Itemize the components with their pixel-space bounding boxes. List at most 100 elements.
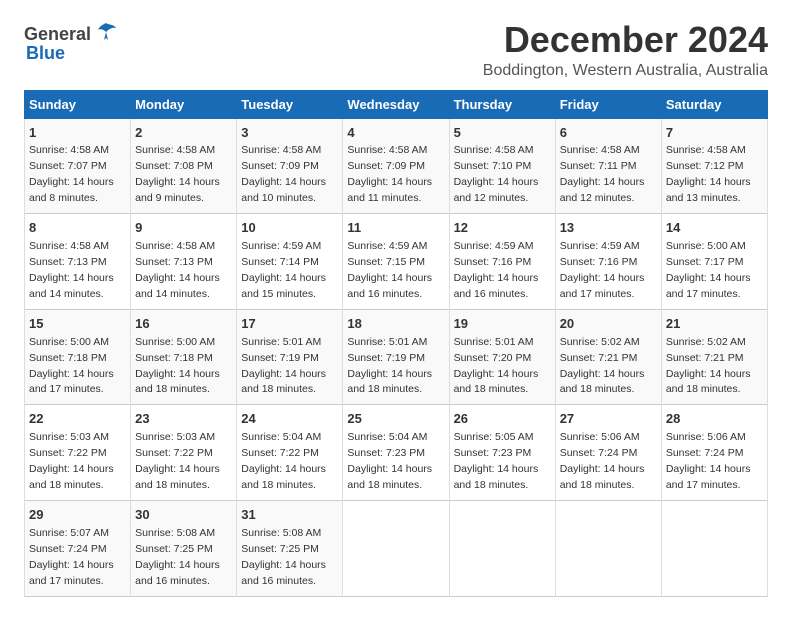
- day-info: Sunrise: 4:58 AMSunset: 7:08 PMDaylight:…: [135, 144, 220, 204]
- day-number: 9: [135, 219, 232, 238]
- day-info: Sunrise: 4:58 AMSunset: 7:07 PMDaylight:…: [29, 144, 114, 204]
- day-info: Sunrise: 5:06 AMSunset: 7:24 PMDaylight:…: [560, 431, 645, 491]
- calendar-cell: 28 Sunrise: 5:06 AMSunset: 7:24 PMDayligh…: [661, 405, 767, 501]
- calendar-cell: 16 Sunrise: 5:00 AMSunset: 7:18 PMDayligh…: [131, 309, 237, 405]
- day-number: 1: [29, 124, 126, 143]
- day-number: 8: [29, 219, 126, 238]
- day-info: Sunrise: 4:58 AMSunset: 7:13 PMDaylight:…: [29, 240, 114, 300]
- day-number: 19: [454, 315, 551, 334]
- day-number: 30: [135, 506, 232, 525]
- calendar-cell: 25 Sunrise: 5:04 AMSunset: 7:23 PMDayligh…: [343, 405, 449, 501]
- day-info: Sunrise: 5:05 AMSunset: 7:23 PMDaylight:…: [454, 431, 539, 491]
- day-number: 7: [666, 124, 763, 143]
- day-info: Sunrise: 4:59 AMSunset: 7:16 PMDaylight:…: [454, 240, 539, 300]
- day-info: Sunrise: 4:58 AMSunset: 7:12 PMDaylight:…: [666, 144, 751, 204]
- day-info: Sunrise: 4:58 AMSunset: 7:09 PMDaylight:…: [347, 144, 432, 204]
- day-number: 11: [347, 219, 444, 238]
- day-number: 29: [29, 506, 126, 525]
- day-info: Sunrise: 5:02 AMSunset: 7:21 PMDaylight:…: [666, 336, 751, 396]
- day-number: 4: [347, 124, 444, 143]
- title-area: December 2024 Boddington, Western Austra…: [483, 20, 768, 80]
- calendar-cell: 21 Sunrise: 5:02 AMSunset: 7:21 PMDayligh…: [661, 309, 767, 405]
- calendar-week-row: 29 Sunrise: 5:07 AMSunset: 7:24 PMDayligh…: [25, 500, 768, 596]
- calendar-cell: 31Sunrise: 5:08 AMSunset: 7:25 PMDayligh…: [237, 500, 343, 596]
- calendar-cell: 23 Sunrise: 5:03 AMSunset: 7:22 PMDayligh…: [131, 405, 237, 501]
- day-number: 15: [29, 315, 126, 334]
- calendar-cell: 9Sunrise: 4:58 AMSunset: 7:13 PMDaylight…: [131, 214, 237, 310]
- header-sunday: Sunday: [25, 90, 131, 118]
- logo: General Blue: [24, 20, 118, 64]
- header-monday: Monday: [131, 90, 237, 118]
- day-number: 21: [666, 315, 763, 334]
- day-info: Sunrise: 5:00 AMSunset: 7:18 PMDaylight:…: [29, 336, 114, 396]
- day-number: 10: [241, 219, 338, 238]
- calendar-cell: 17 Sunrise: 5:01 AMSunset: 7:19 PMDayligh…: [237, 309, 343, 405]
- calendar-cell: 15 Sunrise: 5:00 AMSunset: 7:18 PMDayligh…: [25, 309, 131, 405]
- day-info: Sunrise: 5:03 AMSunset: 7:22 PMDaylight:…: [135, 431, 220, 491]
- calendar-cell: 12 Sunrise: 4:59 AMSunset: 7:16 PMDayligh…: [449, 214, 555, 310]
- calendar-cell: 26 Sunrise: 5:05 AMSunset: 7:23 PMDayligh…: [449, 405, 555, 501]
- day-number: 14: [666, 219, 763, 238]
- day-number: 31: [241, 506, 338, 525]
- calendar-header-row: SundayMondayTuesdayWednesdayThursdayFrid…: [25, 90, 768, 118]
- calendar-week-row: 15 Sunrise: 5:00 AMSunset: 7:18 PMDayligh…: [25, 309, 768, 405]
- day-info: Sunrise: 4:59 AMSunset: 7:14 PMDaylight:…: [241, 240, 326, 300]
- logo-bird-icon: [94, 20, 118, 49]
- day-number: 12: [454, 219, 551, 238]
- calendar-cell: 14 Sunrise: 5:00 AMSunset: 7:17 PMDayligh…: [661, 214, 767, 310]
- calendar-cell: 3Sunrise: 4:58 AMSunset: 7:09 PMDaylight…: [237, 118, 343, 214]
- day-number: 18: [347, 315, 444, 334]
- calendar-week-row: 8 Sunrise: 4:58 AMSunset: 7:13 PMDaylight…: [25, 214, 768, 310]
- logo-general: General: [24, 24, 91, 45]
- header-friday: Friday: [555, 90, 661, 118]
- day-info: Sunrise: 4:58 AMSunset: 7:11 PMDaylight:…: [560, 144, 645, 204]
- day-number: 23: [135, 410, 232, 429]
- day-info: Sunrise: 5:01 AMSunset: 7:19 PMDaylight:…: [241, 336, 326, 396]
- calendar-cell: 19Sunrise: 5:01 AMSunset: 7:20 PMDayligh…: [449, 309, 555, 405]
- header-tuesday: Tuesday: [237, 90, 343, 118]
- day-number: 27: [560, 410, 657, 429]
- day-number: 2: [135, 124, 232, 143]
- day-info: Sunrise: 4:58 AMSunset: 7:10 PMDaylight:…: [454, 144, 539, 204]
- calendar-cell: [449, 500, 555, 596]
- header-saturday: Saturday: [661, 90, 767, 118]
- day-number: 26: [454, 410, 551, 429]
- day-info: Sunrise: 4:58 AMSunset: 7:09 PMDaylight:…: [241, 144, 326, 204]
- calendar-table: SundayMondayTuesdayWednesdayThursdayFrid…: [24, 90, 768, 597]
- calendar-week-row: 22Sunrise: 5:03 AMSunset: 7:22 PMDayligh…: [25, 405, 768, 501]
- day-info: Sunrise: 5:02 AMSunset: 7:21 PMDaylight:…: [560, 336, 645, 396]
- calendar-cell: 8 Sunrise: 4:58 AMSunset: 7:13 PMDaylight…: [25, 214, 131, 310]
- calendar-cell: 13 Sunrise: 4:59 AMSunset: 7:16 PMDayligh…: [555, 214, 661, 310]
- calendar-week-row: 1Sunrise: 4:58 AMSunset: 7:07 PMDaylight…: [25, 118, 768, 214]
- month-title: December 2024: [483, 20, 768, 60]
- day-info: Sunrise: 4:59 AMSunset: 7:15 PMDaylight:…: [347, 240, 432, 300]
- calendar-cell: 24Sunrise: 5:04 AMSunset: 7:22 PMDayligh…: [237, 405, 343, 501]
- calendar-cell: 6Sunrise: 4:58 AMSunset: 7:11 PMDaylight…: [555, 118, 661, 214]
- header: General Blue December 2024 Boddington, W…: [24, 20, 768, 80]
- day-info: Sunrise: 5:08 AMSunset: 7:25 PMDaylight:…: [135, 527, 220, 587]
- day-info: Sunrise: 5:01 AMSunset: 7:19 PMDaylight:…: [347, 336, 432, 396]
- day-number: 25: [347, 410, 444, 429]
- calendar-cell: 20 Sunrise: 5:02 AMSunset: 7:21 PMDayligh…: [555, 309, 661, 405]
- day-info: Sunrise: 4:59 AMSunset: 7:16 PMDaylight:…: [560, 240, 645, 300]
- day-info: Sunrise: 5:06 AMSunset: 7:24 PMDaylight:…: [666, 431, 751, 491]
- day-number: 28: [666, 410, 763, 429]
- day-number: 13: [560, 219, 657, 238]
- calendar-cell: 29 Sunrise: 5:07 AMSunset: 7:24 PMDayligh…: [25, 500, 131, 596]
- day-info: Sunrise: 5:00 AMSunset: 7:17 PMDaylight:…: [666, 240, 751, 300]
- day-number: 6: [560, 124, 657, 143]
- calendar-cell: [343, 500, 449, 596]
- calendar-cell: 4Sunrise: 4:58 AMSunset: 7:09 PMDaylight…: [343, 118, 449, 214]
- calendar-cell: [555, 500, 661, 596]
- calendar-cell: 5Sunrise: 4:58 AMSunset: 7:10 PMDaylight…: [449, 118, 555, 214]
- day-number: 17: [241, 315, 338, 334]
- day-info: Sunrise: 5:03 AMSunset: 7:22 PMDaylight:…: [29, 431, 114, 491]
- day-number: 20: [560, 315, 657, 334]
- day-number: 5: [454, 124, 551, 143]
- location-subtitle: Boddington, Western Australia, Australia: [483, 62, 768, 80]
- day-info: Sunrise: 5:00 AMSunset: 7:18 PMDaylight:…: [135, 336, 220, 396]
- calendar-cell: 7Sunrise: 4:58 AMSunset: 7:12 PMDaylight…: [661, 118, 767, 214]
- day-number: 16: [135, 315, 232, 334]
- day-info: Sunrise: 5:07 AMSunset: 7:24 PMDaylight:…: [29, 527, 114, 587]
- day-info: Sunrise: 5:04 AMSunset: 7:23 PMDaylight:…: [347, 431, 432, 491]
